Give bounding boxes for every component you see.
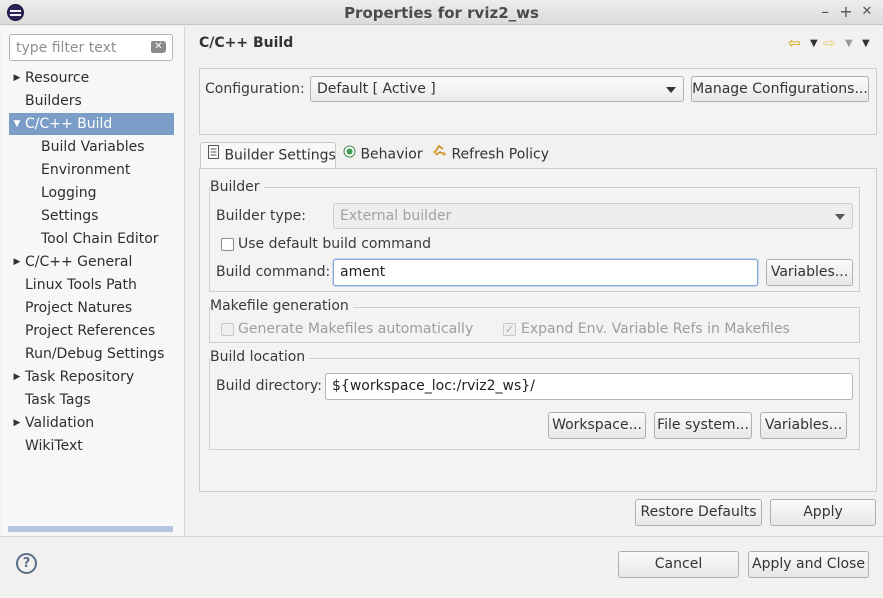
tree-item-label: Logging <box>41 185 97 201</box>
chevron-down-icon <box>835 214 845 220</box>
tree-item[interactable]: Builders <box>9 90 174 112</box>
filter-input[interactable] <box>16 39 146 57</box>
tree-item-label: Project References <box>25 323 156 339</box>
maximize-button[interactable]: + <box>837 2 855 22</box>
help-icon[interactable]: ? <box>16 553 37 574</box>
tree-item-label: Resource <box>25 70 90 86</box>
build-directory-input[interactable]: ${workspace_loc:/rviz2_ws}/ <box>325 373 853 400</box>
refresh-icon <box>432 142 447 167</box>
page-title: C/C++ Build <box>199 35 294 51</box>
location-variables-button[interactable]: Variables... <box>760 412 847 439</box>
tree-item[interactable]: Tool Chain Editor <box>9 228 174 250</box>
tree-item[interactable]: WikiText <box>9 435 174 457</box>
chevron-right-icon[interactable]: ▶ <box>9 366 25 388</box>
document-icon <box>207 143 220 168</box>
apply-and-close-button[interactable]: Apply and Close <box>748 551 869 578</box>
close-button[interactable]: ✕ <box>858 2 876 22</box>
clear-filter-icon[interactable]: ✕ <box>151 41 166 53</box>
checkmark-icon: ✓ <box>504 323 515 336</box>
tree-item-label: Validation <box>25 415 95 431</box>
tree-item-label: Tool Chain Editor <box>41 231 159 247</box>
generate-makefiles-label: Generate Makefiles automatically <box>238 321 474 337</box>
tree-item-label: Task Tags <box>25 392 91 408</box>
chevron-right-icon[interactable]: ▶ <box>9 251 25 273</box>
tab-refresh-policy[interactable]: Refresh Policy <box>432 142 552 169</box>
tree-item-label: Linux Tools Path <box>25 277 137 293</box>
tree-item-label: Project Natures <box>25 300 133 316</box>
build-directory-label: Build directory: <box>216 378 322 394</box>
forward-arrow-icon[interactable]: ⇨ <box>823 35 836 51</box>
tree-item[interactable]: Settings <box>9 205 174 227</box>
footer-divider <box>0 536 883 537</box>
generate-makefiles-checkbox <box>221 323 234 336</box>
expand-env-refs-checkbox: ✓ <box>503 323 516 336</box>
build-command-input[interactable]: ament <box>333 259 758 286</box>
manage-configurations-button[interactable]: Manage Configurations... <box>691 76 869 102</box>
builder-group-title: Builder <box>210 179 264 195</box>
use-default-command-label: Use default build command <box>238 236 432 252</box>
makefile-group-title: Makefile generation <box>210 298 353 314</box>
tree-item[interactable]: Environment <box>9 159 174 181</box>
builder-type-label: Builder type: <box>216 208 306 224</box>
configuration-label: Configuration: <box>205 81 305 97</box>
chevron-down-icon <box>666 87 676 93</box>
builder-type-select: External builder <box>333 203 853 229</box>
workspace-button[interactable]: Workspace... <box>548 412 646 439</box>
configuration-select[interactable]: Default [ Active ] <box>310 76 684 102</box>
cancel-button[interactable]: Cancel <box>618 551 739 578</box>
tree-item-label: Task Repository <box>25 369 135 385</box>
tree-item-label: Run/Debug Settings <box>25 346 165 362</box>
window-title: Properties for rviz2_ws <box>344 4 539 22</box>
tab-behavior[interactable]: Behavior <box>343 142 425 169</box>
minimize-button[interactable]: – <box>816 2 834 22</box>
tree-item[interactable]: ▶ Validation <box>9 412 174 434</box>
tree-item[interactable]: Project Natures <box>9 297 174 319</box>
tab-label: Refresh Policy <box>451 146 550 163</box>
apply-button[interactable]: Apply <box>770 499 876 526</box>
tree-item[interactable]: Project References <box>9 320 174 342</box>
filter-box[interactable]: ✕ <box>9 34 173 61</box>
chevron-right-icon[interactable]: ▶ <box>9 412 25 434</box>
use-default-command-checkbox[interactable] <box>221 238 234 251</box>
tree-item[interactable]: Run/Debug Settings <box>9 343 174 365</box>
tree-item[interactable]: Logging <box>9 182 174 204</box>
radio-icon <box>343 142 356 167</box>
tree-item[interactable]: ▶ C/C++ General <box>9 251 174 273</box>
tree-item-label: WikiText <box>25 438 83 454</box>
tree-item-label: Settings <box>41 208 99 224</box>
restore-defaults-button[interactable]: Restore Defaults <box>635 499 762 526</box>
back-arrow-icon[interactable]: ⇦ <box>788 35 801 51</box>
builder-type-value: External builder <box>340 208 452 224</box>
back-menu-chevron-icon[interactable]: ▼ <box>810 38 818 49</box>
build-command-label: Build command: <box>216 264 331 280</box>
tree-item[interactable]: ▶ Resource <box>9 67 174 89</box>
tab-label: Builder Settings <box>224 147 336 164</box>
tab-label: Behavior <box>360 146 423 163</box>
tree-scrollbar[interactable] <box>8 526 173 532</box>
tree-item[interactable]: ▼ C/C++ Build <box>9 113 174 135</box>
expand-env-refs-label: Expand Env. Variable Refs in Makefiles <box>521 321 790 337</box>
build-location-group-title: Build location <box>210 349 310 365</box>
configuration-value: Default [ Active ] <box>317 81 436 97</box>
tree-item[interactable]: Build Variables <box>9 136 174 158</box>
tree-item-label: C/C++ General <box>25 254 133 270</box>
forward-menu-chevron-icon[interactable]: ▼ <box>845 38 853 49</box>
chevron-right-icon[interactable]: ▶ <box>9 67 25 89</box>
tab-builder-settings[interactable]: Builder Settings <box>200 142 336 169</box>
tree-item-label: C/C++ Build <box>25 116 113 132</box>
builder-variables-button[interactable]: Variables... <box>766 259 853 286</box>
tree-item[interactable]: Task Tags <box>9 389 174 411</box>
chevron-down-icon[interactable]: ▼ <box>9 113 25 135</box>
tree-item-label: Builders <box>25 93 82 109</box>
file-system-button[interactable]: File system... <box>654 412 752 439</box>
tree-item-label: Environment <box>41 162 131 178</box>
tree-item[interactable]: ▶ Task Repository <box>9 366 174 388</box>
view-menu-chevron-icon[interactable]: ▼ <box>862 38 870 49</box>
tree-item[interactable]: Linux Tools Path <box>9 274 174 296</box>
tree-item-label: Build Variables <box>41 139 145 155</box>
